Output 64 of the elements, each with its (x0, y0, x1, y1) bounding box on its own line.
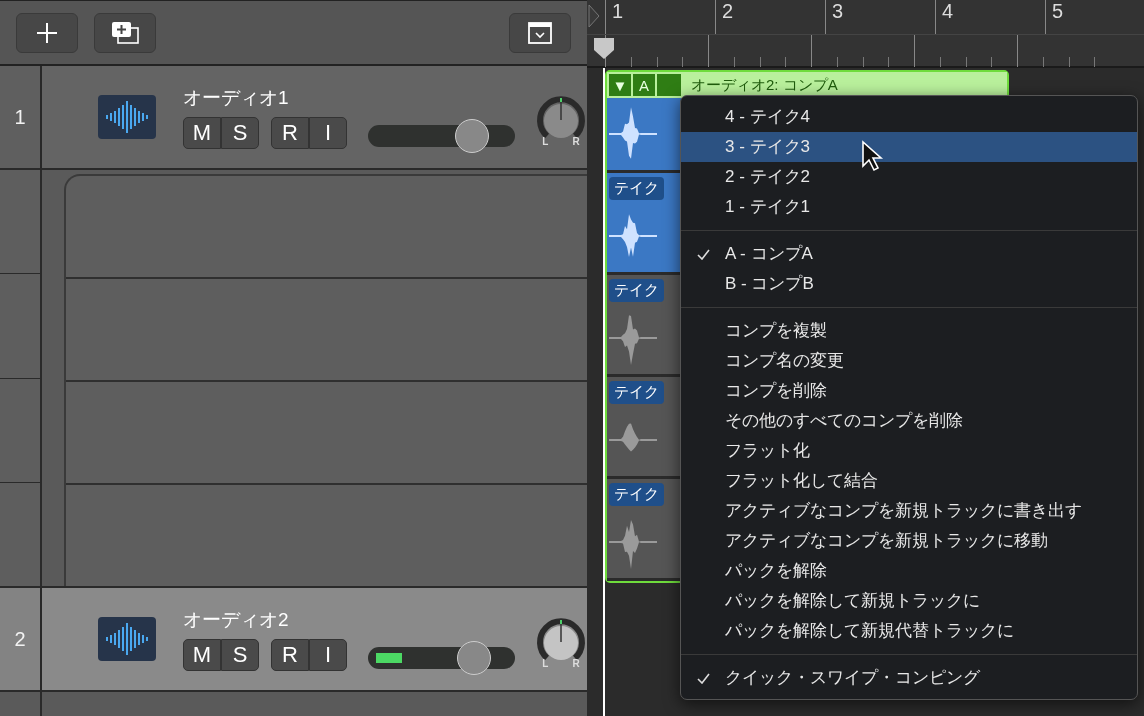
duplicate-icon (110, 20, 140, 45)
menu-item[interactable]: パックを解除して新規代替トラックに (681, 616, 1137, 646)
pointer-cursor-icon (861, 140, 885, 172)
waveform-icon (98, 617, 156, 661)
check-icon (697, 249, 710, 260)
region-title: オーディオ2: コンプA (691, 75, 838, 95)
bar-number: 2 (722, 0, 734, 22)
duplicate-track-button[interactable] (94, 12, 156, 53)
menu-item[interactable]: コンプ名の変更 (681, 346, 1137, 376)
menu-item[interactable]: アクティブなコンプを新規トラックに書き出す (681, 496, 1137, 526)
pan-label: L (542, 657, 549, 669)
solo-button[interactable]: S (221, 639, 259, 671)
comp-letter[interactable]: A (633, 74, 655, 96)
menu-item[interactable]: B - コンプB (681, 269, 1137, 299)
mute-button[interactable]: M (183, 117, 221, 149)
record-enable-button[interactable]: R (271, 117, 309, 149)
check-icon (697, 673, 710, 684)
slider-thumb[interactable] (455, 119, 490, 153)
bar-number: 4 (942, 0, 954, 22)
menu-item[interactable]: クイック・スワイプ・コンピング (681, 663, 1137, 693)
menu-item[interactable]: コンプを複製 (681, 316, 1137, 346)
pan-label: L (542, 135, 549, 147)
pan-label: R (572, 135, 580, 147)
menu-item[interactable]: 1 - テイク1 (681, 192, 1137, 222)
take-label[interactable]: テイク (609, 177, 664, 200)
menu-item[interactable]: パックを解除して新規トラックに (681, 586, 1137, 616)
track-name: オーディオ1 (183, 86, 290, 110)
window-chevron-icon (528, 21, 552, 44)
menu-item[interactable]: アクティブなコンプを新規トラックに移動 (681, 526, 1137, 556)
add-track-button[interactable] (16, 12, 78, 53)
menu-item[interactable]: フラット化 (681, 436, 1137, 466)
solo-button[interactable]: S (221, 117, 259, 149)
input-monitor-button[interactable]: I (309, 117, 347, 149)
track-number: 1 (0, 66, 42, 168)
bar-number: 1 (612, 0, 624, 22)
volume-slider[interactable] (368, 641, 515, 675)
menu-item[interactable]: パックを解除 (681, 556, 1137, 586)
bar-number: 3 (832, 0, 844, 22)
record-enable-button[interactable]: R (271, 639, 309, 671)
menu-item[interactable]: コンプを削除 (681, 376, 1137, 406)
menu-item[interactable]: 2 - テイク2 (681, 162, 1137, 192)
playhead-handle[interactable] (593, 36, 615, 60)
collapse-toggle[interactable]: ▼ (609, 74, 631, 96)
waveform-icon (98, 95, 156, 139)
menu-item[interactable]: その他のすべてのコンプを削除 (681, 406, 1137, 436)
take-label[interactable]: テイク (609, 279, 664, 302)
bar-number: 5 (1052, 0, 1064, 22)
menu-item[interactable]: 4 - テイク4 (681, 102, 1137, 132)
track-name: オーディオ2 (183, 608, 290, 632)
volume-slider[interactable] (368, 119, 515, 153)
menu-item[interactable]: A - コンプA (681, 239, 1137, 269)
take-label[interactable]: テイク (609, 381, 664, 404)
track-number: 2 (0, 588, 42, 690)
collapse-button[interactable] (509, 12, 571, 53)
menu-item[interactable]: フラット化して結合 (681, 466, 1137, 496)
mute-button[interactable]: M (183, 639, 221, 671)
input-monitor-button[interactable]: I (309, 639, 347, 671)
menu-item[interactable]: 3 - テイク3 (681, 132, 1137, 162)
pan-label: R (572, 657, 580, 669)
slider-thumb[interactable] (456, 641, 491, 675)
plus-icon (36, 21, 58, 44)
take-label[interactable]: テイク (609, 483, 664, 506)
triangle-icon (588, 4, 600, 28)
ruler[interactable]: 1 2 3 4 5 (587, 0, 1144, 68)
